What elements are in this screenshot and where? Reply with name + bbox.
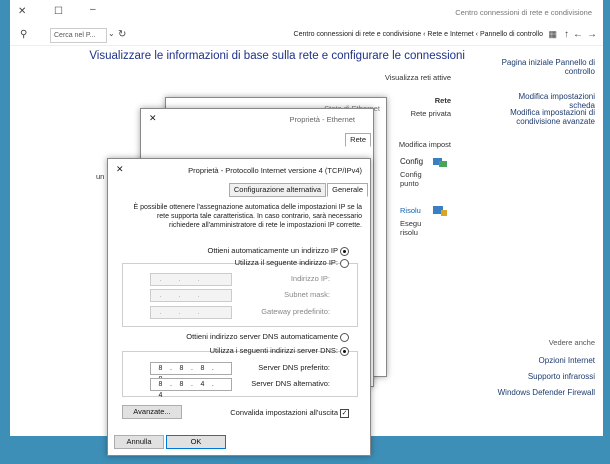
ip-address-field[interactable]: ...: [150, 273, 232, 286]
gateway-field[interactable]: ...: [150, 306, 232, 319]
auto-ip-label: Ottieni automaticamente un indirizzo IP: [207, 246, 338, 255]
tab-alternate-config[interactable]: Configurazione alternativa: [228, 183, 326, 197]
search-icon[interactable]: ⚲: [20, 29, 27, 40]
tab-network[interactable]: Rete: [345, 133, 371, 147]
sidebar-item-sharing[interactable]: Modifica impostazioni di condivisione av…: [495, 108, 595, 126]
sidebar: Pagina iniziale Pannello di controllo Mo…: [495, 54, 595, 434]
up-arrow-icon[interactable]: ↑: [564, 29, 569, 40]
dns-octet: 8: [158, 381, 163, 388]
sidebar-link-internet-options[interactable]: Opzioni Internet: [539, 356, 595, 365]
alternate-dns-field[interactable]: 8. 8. 4.4: [150, 378, 232, 399]
dns-octet: 8: [179, 381, 184, 388]
auto-dns-label: Ottieni indirizzo server DNS automaticam…: [186, 332, 338, 341]
back-arrow-icon[interactable]: ←: [573, 29, 583, 40]
cancel-button[interactable]: Annulla: [114, 435, 164, 449]
setup-connection-desc: Config punto: [400, 170, 422, 188]
manual-ip-label: Utilizza il seguente indirizzo IP:: [234, 258, 338, 267]
network-type-label: Rete privata: [410, 109, 451, 118]
manual-dns-radio[interactable]: [340, 347, 349, 356]
troubleshoot-link[interactable]: Risolu: [400, 206, 421, 215]
dns-octet: 4: [200, 381, 205, 388]
see-also-label: Vedere anche: [548, 338, 595, 347]
refresh-icon[interactable]: ↻: [118, 29, 126, 40]
ip-address-label: Indirizzo IP:: [290, 274, 330, 283]
clipped-text: un: [96, 172, 105, 181]
subnet-mask-field[interactable]: ...: [150, 289, 232, 302]
ethernet-properties-title: Proprietà - Ethernet: [289, 115, 355, 124]
dns-octet: 4: [158, 392, 163, 399]
forward-arrow-icon[interactable]: →: [587, 29, 597, 40]
auto-ip-radio[interactable]: [340, 247, 349, 256]
close-icon[interactable]: ✕: [116, 164, 124, 175]
intro-text: È possibile ottenere l'assegnazione auto…: [133, 204, 362, 229]
sidebar-item-home[interactable]: Pagina iniziale Pannello di controllo: [495, 58, 595, 76]
breadcrumb: Centro connessioni di rete e condivision…: [293, 31, 543, 38]
page-title: Visualizzare le informazioni di base sul…: [89, 50, 465, 62]
search-input[interactable]: Cerca nel P...: [50, 28, 107, 43]
setup-connection-link[interactable]: Config: [400, 157, 423, 166]
dialog-title: Proprietà - Protocollo Internet versione…: [188, 166, 362, 175]
network-name-label: Rete: [434, 96, 451, 105]
ok-button[interactable]: OK: [166, 435, 226, 449]
tcpip-properties-dialog: ✕ Proprietà - Protocollo Internet versio…: [107, 158, 371, 456]
address-bar: ⚲ Cerca nel P... ⌄ ↻ Centro connessioni …: [10, 25, 603, 46]
sidebar-link-firewall[interactable]: Windows Defender Firewall: [498, 388, 595, 397]
dns-octet: 8: [200, 365, 205, 372]
active-networks-label: Visualizza reti attive: [384, 73, 451, 82]
network-setup-icon: [432, 156, 448, 170]
sidebar-link-infrared[interactable]: Supporto infrarossi: [528, 372, 595, 381]
chevron-down-icon[interactable]: ⌄: [108, 29, 115, 38]
alternate-dns-label: Server DNS alternativo:: [251, 379, 330, 388]
troubleshoot-desc: Esegu risolu: [400, 219, 422, 237]
preferred-dns-label: Server DNS preferito:: [258, 363, 330, 372]
window-title: Centro connessioni di rete e condivision…: [455, 8, 592, 17]
breadcrumb-item[interactable]: Centro connessioni di rete e condivision…: [294, 31, 422, 38]
breadcrumb-item[interactable]: Pannello di controllo: [480, 31, 543, 38]
subnet-mask-label: Subnet mask:: [284, 290, 330, 299]
advanced-button[interactable]: Avanzate...: [122, 405, 182, 419]
tab-general[interactable]: Generale: [327, 183, 368, 197]
dns-octet: 8: [179, 365, 184, 372]
troubleshoot-icon: [432, 204, 448, 218]
change-settings-label: Modifica impost: [398, 140, 451, 149]
auto-dns-radio[interactable]: [340, 333, 349, 342]
breadcrumb-item[interactable]: Rete e Internet: [427, 31, 473, 38]
dns-octet: 8: [158, 365, 163, 372]
manual-ip-radio[interactable]: [340, 259, 349, 268]
close-icon[interactable]: ✕: [149, 113, 157, 124]
gateway-label: Gateway predefinito:: [261, 307, 330, 316]
preferred-dns-field[interactable]: 8.8.8.8: [150, 362, 232, 383]
manual-dns-label: Utilizza i seguenti indirizzi server DNS…: [209, 346, 338, 355]
control-panel-icon: ▦: [548, 29, 557, 39]
validate-label: Convalida impostazioni all'uscita: [230, 408, 338, 417]
validate-checkbox[interactable]: ✓: [340, 409, 349, 418]
